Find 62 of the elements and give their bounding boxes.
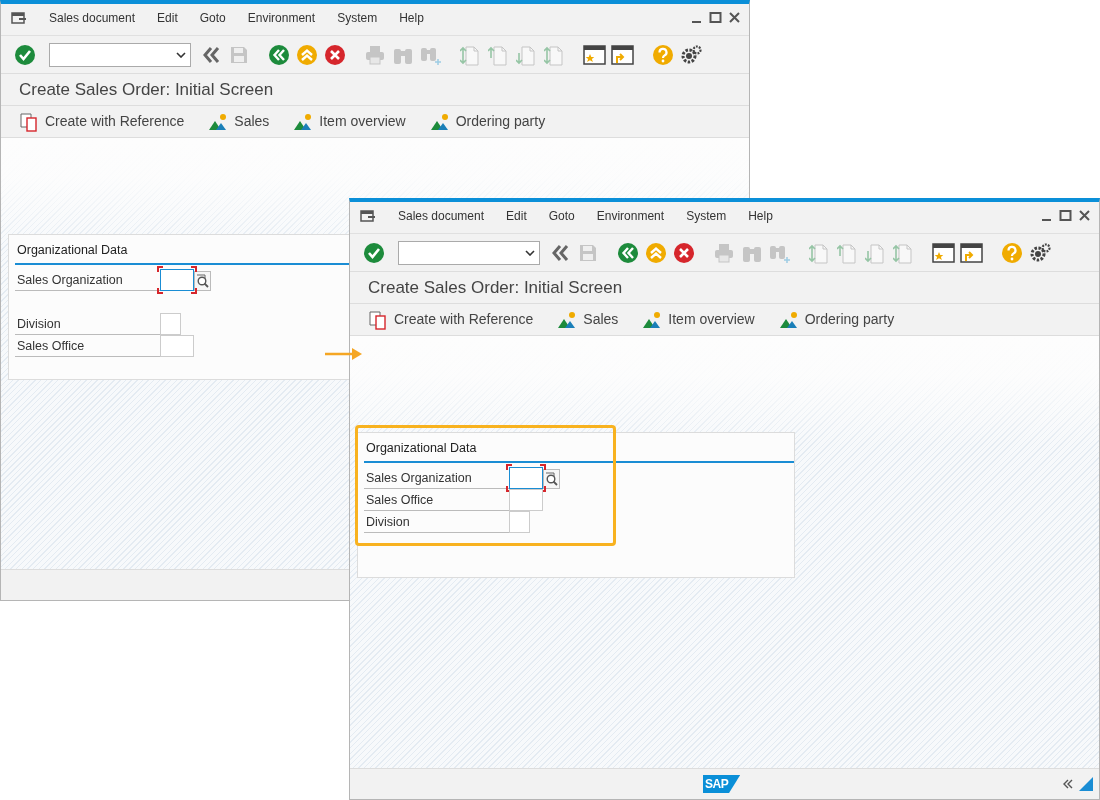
caret-icon xyxy=(525,249,535,256)
mountains-sun-icon xyxy=(429,112,450,131)
checkmark-button[interactable] xyxy=(362,240,386,265)
menu-item[interactable]: Goto xyxy=(199,8,226,27)
menu-item[interactable]: Edit xyxy=(506,206,527,225)
close-icon[interactable] xyxy=(728,11,741,24)
double-chevron-icon[interactable] xyxy=(1063,779,1073,789)
brand-logo: SAP xyxy=(703,775,741,793)
toolbar-button[interactable]: Ordering party xyxy=(429,111,546,132)
window-arrow-button[interactable] xyxy=(611,42,635,67)
toolbar-button[interactable]: Ordering party xyxy=(778,309,895,330)
toolbar-button[interactable]: Item overview xyxy=(642,309,755,330)
menu-item[interactable]: Goto xyxy=(548,206,575,225)
screen-title: Create Sales Order: Initial Screen xyxy=(19,78,274,101)
menu-item[interactable]: Edit xyxy=(157,8,178,27)
menu-icon[interactable] xyxy=(360,208,376,223)
command-field[interactable] xyxy=(49,42,191,67)
search-help-button[interactable] xyxy=(543,469,560,489)
menu-icon[interactable] xyxy=(11,10,27,25)
window-arrow-button[interactable] xyxy=(960,240,984,265)
toolbar-button[interactable]: Sales xyxy=(557,309,619,330)
screen-title: Create Sales Order: Initial Screen xyxy=(368,276,623,299)
mountains-sun-icon xyxy=(557,310,578,329)
caret-icon xyxy=(176,51,186,58)
mountains-sun-icon xyxy=(778,310,799,329)
checkmark-button[interactable] xyxy=(13,42,37,67)
mountains-sun-icon xyxy=(642,310,663,329)
mountains-sun-icon xyxy=(208,112,229,131)
menu-item[interactable]: System xyxy=(686,206,727,225)
resize-grip-icon[interactable] xyxy=(1079,777,1093,791)
toolbar-button[interactable]: Item overview xyxy=(293,111,406,132)
create-with-reference-button[interactable]: Create with Reference xyxy=(368,309,534,330)
back-button[interactable] xyxy=(616,240,640,265)
menu-item[interactable]: System xyxy=(337,8,378,27)
menu-item[interactable]: Sales document xyxy=(49,8,136,27)
menu-item[interactable]: Help xyxy=(748,206,773,225)
input-field[interactable] xyxy=(160,335,194,357)
create-with-reference-button[interactable]: Create with Reference xyxy=(19,111,185,132)
maximize-icon[interactable] xyxy=(1059,209,1072,222)
menu-item[interactable]: Sales document xyxy=(398,206,485,225)
maximize-icon[interactable] xyxy=(709,11,722,24)
pointer-arrow xyxy=(325,348,363,360)
panel-title: Organizational Data xyxy=(365,440,477,457)
window-star-button[interactable] xyxy=(583,42,607,67)
cancel-button[interactable] xyxy=(323,42,347,67)
close-icon[interactable] xyxy=(1078,209,1091,222)
panel-title: Organizational Data xyxy=(16,242,128,259)
menu-item[interactable]: Environment xyxy=(247,8,316,27)
copy-document-icon xyxy=(19,111,39,132)
command-field[interactable] xyxy=(398,240,540,265)
input-field[interactable] xyxy=(160,313,181,335)
input-field[interactable] xyxy=(509,489,543,511)
toolbar-button[interactable]: Sales xyxy=(208,111,270,132)
mountains-sun-icon xyxy=(293,112,314,131)
input-field[interactable] xyxy=(509,511,530,533)
back-button[interactable] xyxy=(267,42,291,67)
window-star-button[interactable] xyxy=(932,240,956,265)
copy-document-icon xyxy=(368,309,388,330)
search-help-button[interactable] xyxy=(194,271,211,291)
menu-item[interactable]: Help xyxy=(399,8,424,27)
menu-item[interactable]: Environment xyxy=(596,206,665,225)
cancel-button[interactable] xyxy=(672,240,696,265)
